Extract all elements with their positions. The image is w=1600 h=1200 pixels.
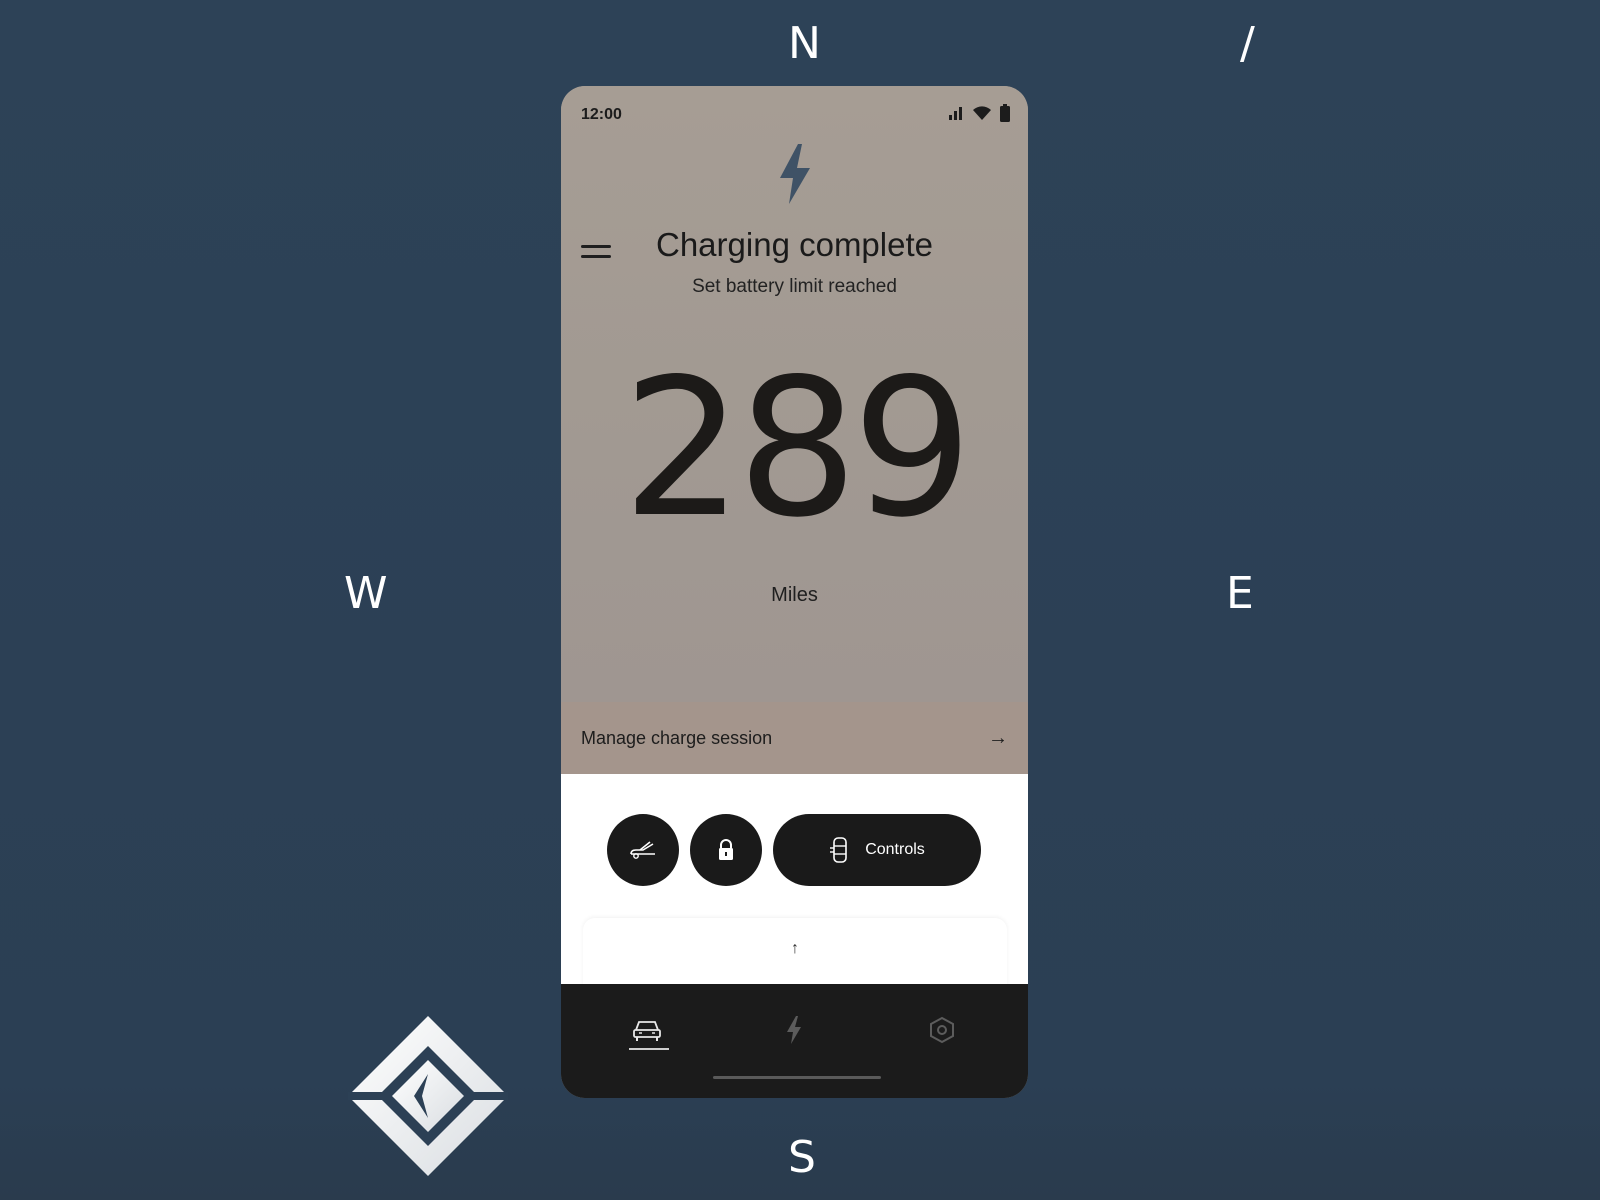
compass-north-label: N bbox=[788, 18, 821, 69]
background-stage: N / W E S 12:00 Charging complete Set ba… bbox=[0, 0, 1600, 1200]
lightning-bolt-icon bbox=[780, 144, 810, 204]
charging-status-panel: 12:00 Charging complete Set battery limi… bbox=[561, 86, 1028, 702]
battery-icon bbox=[1000, 104, 1010, 122]
manage-charge-session-button[interactable]: Manage charge session → bbox=[561, 702, 1028, 774]
nav-tab-vehicle[interactable] bbox=[617, 1006, 677, 1054]
lock-button[interactable] bbox=[690, 814, 762, 886]
arrow-right-icon: → bbox=[988, 726, 1008, 749]
expand-drawer-handle[interactable]: ↑ bbox=[583, 918, 1007, 988]
charging-subtitle: Set battery limit reached bbox=[692, 276, 897, 297]
compass-east-label: E bbox=[1226, 568, 1254, 619]
manage-charge-session-label: Manage charge session bbox=[581, 727, 773, 748]
range-unit: Miles bbox=[771, 584, 818, 606]
lightning-bolt-icon bbox=[787, 1016, 801, 1044]
bottom-navigation bbox=[561, 984, 1028, 1098]
rivian-logo-icon bbox=[348, 1016, 508, 1176]
nav-tab-settings[interactable] bbox=[912, 1006, 972, 1054]
frunk-button[interactable] bbox=[607, 814, 679, 886]
compass-south-label: S bbox=[788, 1132, 816, 1183]
phone-app-screen: 12:00 Charging complete Set battery limi… bbox=[561, 86, 1028, 1098]
hexagon-settings-icon bbox=[930, 1016, 954, 1044]
compass-slash-label: / bbox=[1240, 18, 1255, 69]
compass-west-label: W bbox=[344, 568, 388, 619]
status-bar-icons bbox=[948, 104, 1010, 122]
range-value: 289 bbox=[622, 338, 973, 559]
wifi-icon bbox=[973, 105, 991, 120]
controls-button[interactable]: Controls bbox=[773, 814, 981, 886]
quick-actions-sheet: Controls ↑ bbox=[561, 774, 1028, 988]
status-bar-time: 12:00 bbox=[581, 106, 622, 123]
cell-signal-icon bbox=[949, 107, 962, 120]
charging-title: Charging complete bbox=[656, 226, 933, 263]
lock-icon bbox=[719, 839, 733, 860]
arrow-up-icon: ↑ bbox=[791, 940, 799, 957]
nav-active-indicator bbox=[629, 1048, 669, 1050]
controls-label: Controls bbox=[865, 841, 925, 858]
car-icon bbox=[633, 1021, 661, 1041]
nav-tab-charging[interactable] bbox=[764, 1006, 824, 1054]
car-hood-icon bbox=[630, 841, 655, 859]
home-indicator-bar bbox=[713, 1076, 881, 1079]
vehicle-controls-icon bbox=[830, 837, 848, 863]
